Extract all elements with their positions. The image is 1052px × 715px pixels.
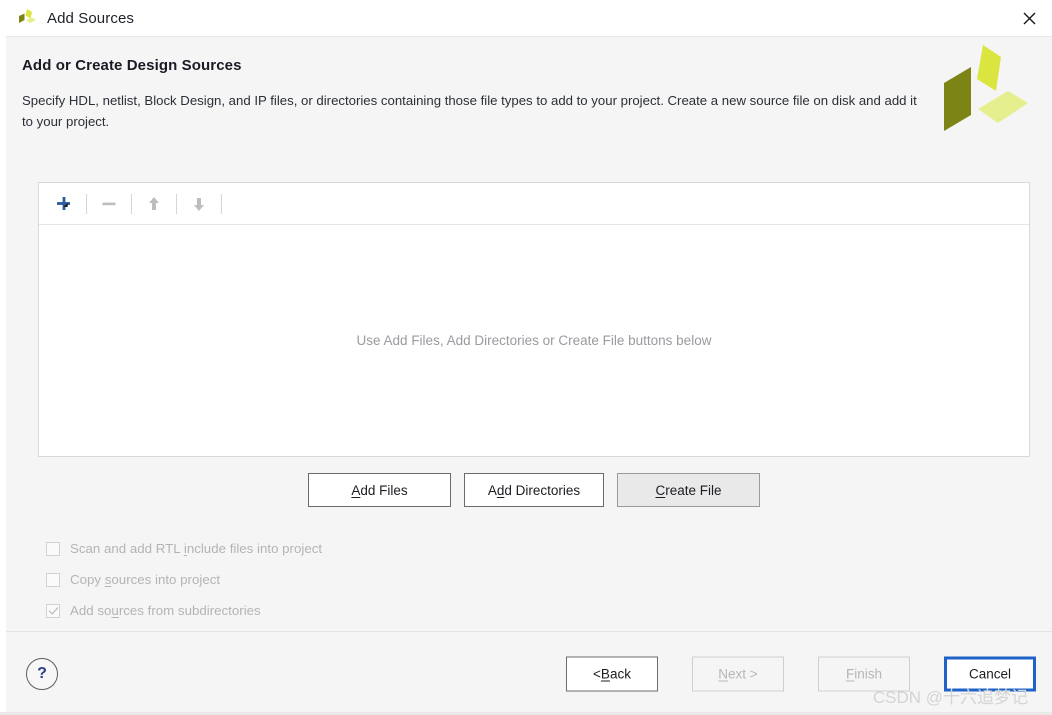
add-files-button[interactable]: Add Files bbox=[308, 473, 451, 507]
source-action-buttons: Add Files Add Directories Create File bbox=[38, 473, 1030, 507]
checkbox-box bbox=[46, 541, 60, 556]
create-file-button[interactable]: Create File bbox=[617, 473, 760, 507]
checkbox-box bbox=[46, 603, 60, 618]
add-sources-dialog: Add Sources Add or Create Design Sources… bbox=[6, 0, 1052, 715]
title-bar: Add Sources bbox=[6, 0, 1052, 37]
add-subdirectories-checkbox[interactable]: Add sources from subdirectories bbox=[46, 595, 1030, 626]
checkbox-label: Add sources from subdirectories bbox=[70, 603, 261, 618]
toolbar-separator bbox=[131, 193, 132, 214]
next-button: Next > bbox=[692, 656, 784, 691]
wizard-nav-buttons: < Back Next > Finish Cancel bbox=[566, 656, 1036, 691]
sources-toolbar bbox=[39, 183, 1029, 225]
checkbox-box bbox=[46, 572, 60, 587]
dialog-footer: ? < Back Next > Finish Cancel CSDN @十六追梦… bbox=[6, 631, 1052, 715]
close-icon[interactable] bbox=[1006, 0, 1052, 36]
toolbar-separator bbox=[221, 193, 222, 214]
add-directories-button[interactable]: Add Directories bbox=[464, 473, 604, 507]
page-description: Specify HDL, netlist, Block Design, and … bbox=[22, 93, 917, 129]
xilinx-vivado-logo bbox=[936, 39, 1034, 137]
back-button[interactable]: < Back bbox=[566, 656, 658, 691]
arrow-up-icon bbox=[137, 188, 171, 220]
dialog-body: Use Add Files, Add Directories or Create… bbox=[6, 157, 1052, 631]
empty-list-message: Use Add Files, Add Directories or Create… bbox=[356, 333, 712, 348]
window-title: Add Sources bbox=[47, 9, 134, 27]
scan-rtl-include-checkbox[interactable]: Scan and add RTL include files into proj… bbox=[46, 533, 1030, 564]
checkbox-label: Copy sources into project bbox=[70, 572, 221, 587]
dialog-header: Add or Create Design Sources Specify HDL… bbox=[6, 37, 1052, 157]
vivado-logo-icon bbox=[16, 8, 38, 28]
cancel-button[interactable]: Cancel bbox=[944, 656, 1036, 691]
minus-icon bbox=[92, 188, 126, 220]
toolbar-separator bbox=[176, 193, 177, 214]
copy-sources-checkbox[interactable]: Copy sources into project bbox=[46, 564, 1030, 595]
source-options: Scan and add RTL include files into proj… bbox=[46, 533, 1030, 626]
sources-list-panel: Use Add Files, Add Directories or Create… bbox=[38, 182, 1030, 457]
toolbar-separator bbox=[86, 193, 87, 214]
plus-icon[interactable] bbox=[47, 188, 81, 220]
help-button[interactable]: ? bbox=[26, 657, 58, 690]
checkbox-label: Scan and add RTL include files into proj… bbox=[70, 541, 323, 556]
page-title: Add or Create Design Sources bbox=[22, 57, 242, 74]
finish-button: Finish bbox=[818, 656, 910, 691]
arrow-down-icon bbox=[182, 188, 216, 220]
